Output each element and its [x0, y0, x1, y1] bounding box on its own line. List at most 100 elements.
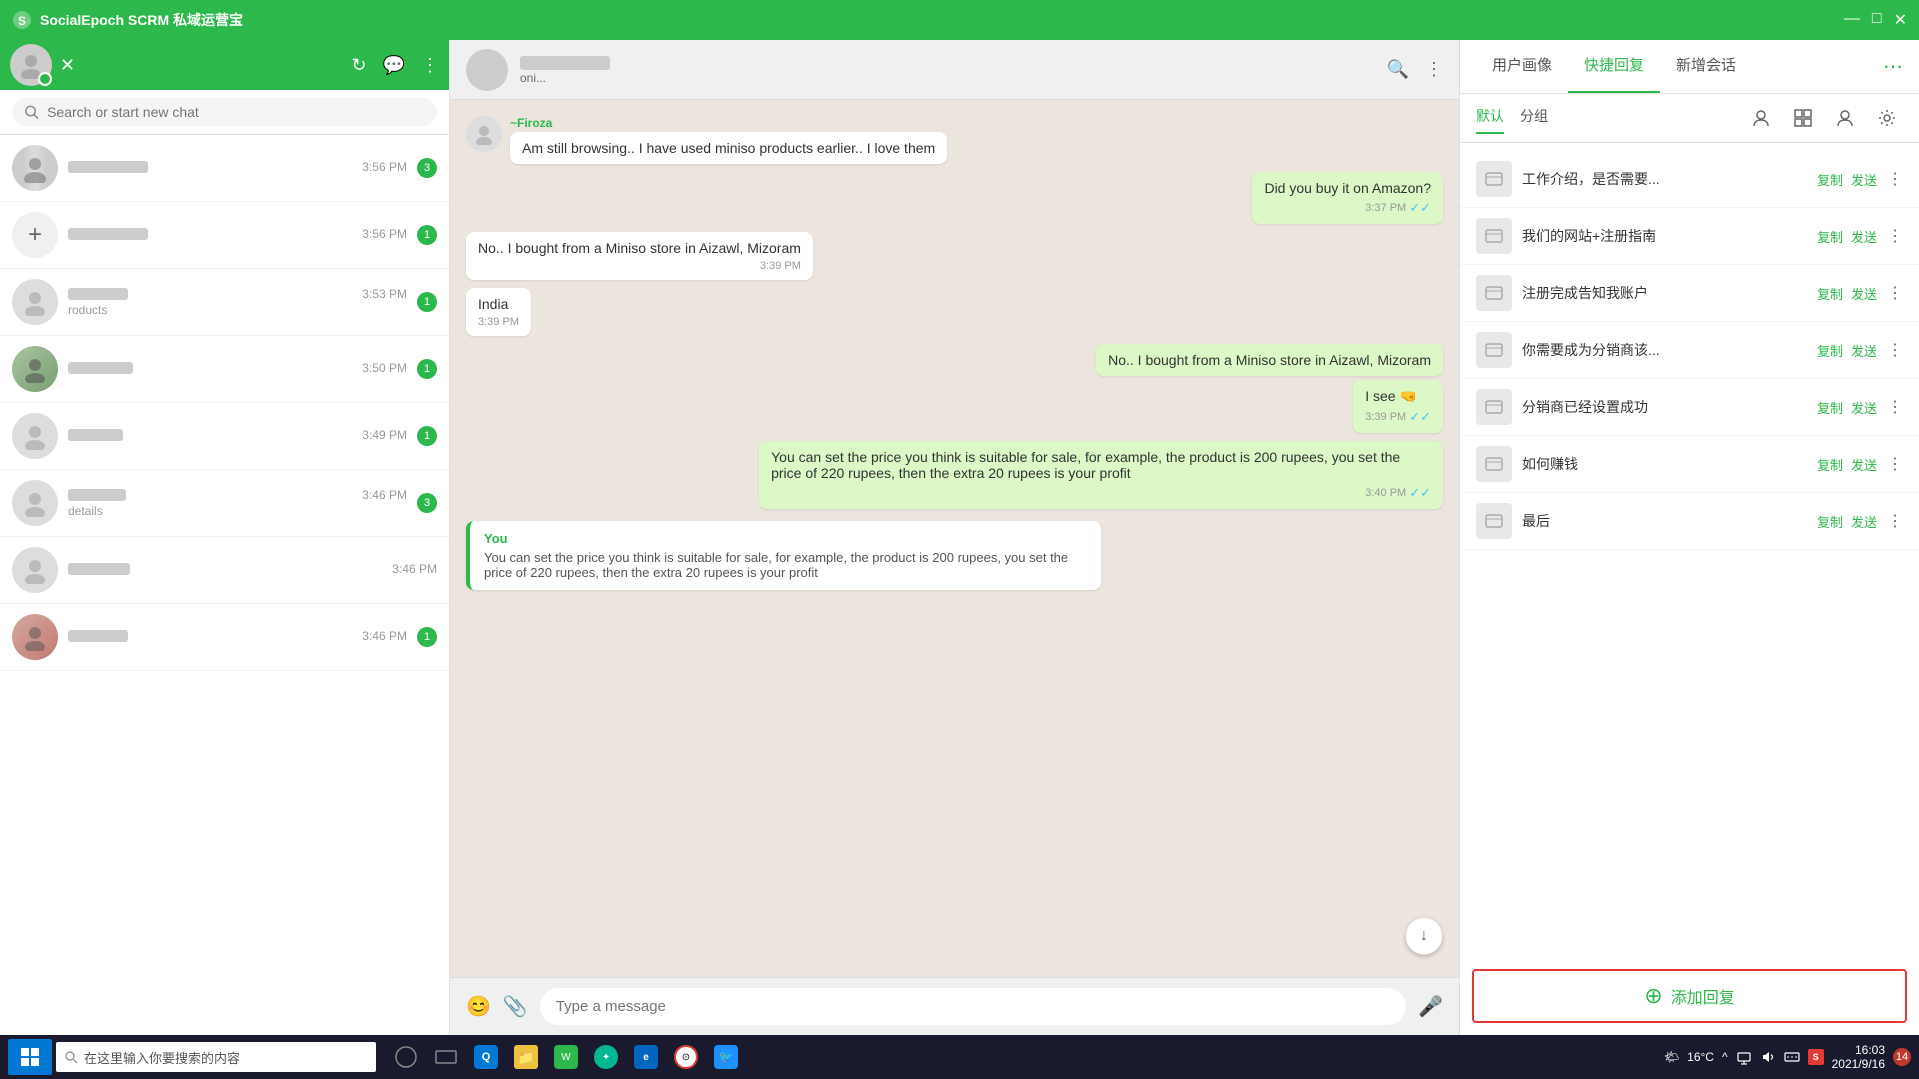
quick-reply-more-7[interactable]: ⋮	[1887, 511, 1903, 531]
quick-reply-text-3: 注册完成告知我账户	[1522, 283, 1807, 303]
add-chat-button[interactable]: +	[12, 212, 58, 258]
more-chat-options-icon[interactable]: ⋮	[1425, 59, 1443, 80]
taskbar: 在这里输入你要搜索的内容 Q 📁 W ✦ e ⊙ 🐦	[0, 1035, 1919, 1079]
message-time-2: 3:37 PM	[1365, 202, 1406, 214]
copy-button-1[interactable]: 复制	[1817, 170, 1843, 189]
send-button-5[interactable]: 发送	[1851, 398, 1877, 417]
copy-button-5[interactable]: 复制	[1817, 398, 1843, 417]
close-sidebar-icon[interactable]: ✕	[60, 55, 75, 76]
taskbar-expand-icon[interactable]: ^	[1722, 1050, 1728, 1064]
taskbar-notification-badge[interactable]: 14	[1893, 1048, 1911, 1066]
quick-reply-more-1[interactable]: ⋮	[1887, 169, 1903, 189]
minimize-button[interactable]: —	[1844, 10, 1860, 30]
network-icon	[1736, 1049, 1752, 1065]
send-button-1[interactable]: 发送	[1851, 170, 1877, 189]
message-group-1: ~Firoza Am still browsing.. I have used …	[466, 116, 1443, 164]
search-chat-icon[interactable]: 🔍	[1387, 59, 1409, 80]
send-button-4[interactable]: 发送	[1851, 341, 1877, 360]
user-profile-icon[interactable]	[1745, 102, 1777, 134]
double-check-icon-6: ✓✓	[1409, 485, 1431, 501]
settings-icon[interactable]	[1871, 102, 1903, 134]
message-group-5: No.. I bought from a Miniso store in Aiz…	[466, 344, 1443, 433]
copy-button-6[interactable]: 复制	[1817, 455, 1843, 474]
message-sent-5: No.. I bought from a Miniso store in Aiz…	[1096, 344, 1443, 376]
send-button-3[interactable]: 发送	[1851, 284, 1877, 303]
taskbar-app-wechat[interactable]: W	[548, 1039, 584, 1075]
chat-preview-6: details	[68, 504, 407, 518]
chat-preview-3: roducts	[68, 303, 407, 317]
refresh-icon[interactable]: ↻	[351, 55, 366, 76]
chat-info-8: 3:46 PM	[68, 629, 407, 645]
chat-contact-status: oni...	[520, 71, 610, 85]
message-input[interactable]	[540, 988, 1406, 1025]
quick-reply-item-4: 你需要成为分销商该... 复制 发送 ⋮	[1460, 322, 1919, 379]
quick-reply-more-5[interactable]: ⋮	[1887, 397, 1903, 417]
close-button[interactable]: ✕	[1894, 10, 1907, 30]
chat-avatar-6	[12, 480, 58, 526]
taskbar-app-folder[interactable]: 📁	[508, 1039, 544, 1075]
scroll-down-button[interactable]: ↓	[1405, 917, 1443, 955]
taskbar-app-circle[interactable]	[388, 1039, 424, 1075]
taskbar-app-chrome[interactable]: ⊙	[668, 1039, 704, 1075]
quick-reply-thumbnail-7	[1476, 503, 1512, 539]
emoji-icon[interactable]: 😊	[466, 994, 491, 1019]
chat-item-7[interactable]: 3:46 PM	[0, 537, 449, 604]
chat-time: 3:56 PM	[362, 160, 407, 174]
search-input[interactable]	[47, 104, 425, 120]
tab-new-chat[interactable]: 新增会话	[1660, 40, 1752, 93]
sub-tab-default[interactable]: 默认	[1476, 102, 1504, 134]
taskbar-search-icon	[64, 1050, 78, 1064]
taskbar-app-edge[interactable]: e	[628, 1039, 664, 1075]
grid-icon[interactable]	[1787, 102, 1819, 134]
chat-name-6	[68, 489, 126, 501]
chat-time-3: 3:53 PM	[362, 287, 407, 301]
person-icon[interactable]	[1829, 102, 1861, 134]
microphone-icon[interactable]: 🎤	[1418, 994, 1443, 1019]
user-avatar-container[interactable]	[10, 44, 52, 86]
copy-button-7[interactable]: 复制	[1817, 512, 1843, 531]
tab-user-profile[interactable]: 用户画像	[1476, 40, 1568, 93]
socialepoch-tray-icon[interactable]: S	[1808, 1049, 1824, 1065]
chat-avatar-8	[12, 614, 58, 660]
sub-tab-group[interactable]: 分组	[1520, 102, 1548, 134]
sub-tabs: 默认 分组	[1460, 94, 1919, 143]
send-button-2[interactable]: 发送	[1851, 227, 1877, 246]
quick-reply-more-3[interactable]: ⋮	[1887, 283, 1903, 303]
attachment-icon[interactable]: 📎	[503, 994, 528, 1019]
maximize-button[interactable]: □	[1872, 10, 1882, 30]
unread-badge-2: 1	[417, 225, 437, 245]
taskbar-search[interactable]: 在这里输入你要搜索的内容	[56, 1042, 376, 1072]
chat-item-6[interactable]: 3:46 PM details 3	[0, 470, 449, 537]
add-reply-button[interactable]: ⊕ 添加回复	[1644, 983, 1734, 1009]
copy-button-4[interactable]: 复制	[1817, 341, 1843, 360]
tab-quick-reply[interactable]: 快捷回复	[1568, 40, 1660, 93]
more-options-icon[interactable]: ⋮	[421, 55, 439, 76]
taskbar-date: 2021/9/16	[1832, 1057, 1885, 1071]
add-chat-item: + 3:56 PM 1	[0, 202, 449, 269]
chat-item-8[interactable]: 3:46 PM 1	[0, 604, 449, 671]
message-preview-sender: You	[484, 531, 1087, 546]
quick-reply-actions-3: 复制 发送	[1817, 284, 1877, 303]
chat-item-3[interactable]: 3:53 PM roducts 1	[0, 269, 449, 336]
send-button-6[interactable]: 发送	[1851, 455, 1877, 474]
chat-item[interactable]: 3:56 PM 3	[0, 135, 449, 202]
quick-reply-item-1: 工作介绍，是否需要... 复制 发送 ⋮	[1460, 151, 1919, 208]
taskbar-app-blue[interactable]: Q	[468, 1039, 504, 1075]
more-panel-icon[interactable]: ⋯	[1883, 54, 1903, 79]
taskbar-app-green[interactable]: ✦	[588, 1039, 624, 1075]
copy-button-3[interactable]: 复制	[1817, 284, 1843, 303]
send-button-7[interactable]: 发送	[1851, 512, 1877, 531]
chat-item-5[interactable]: 3:49 PM 1	[0, 403, 449, 470]
copy-button-2[interactable]: 复制	[1817, 227, 1843, 246]
quick-reply-more-4[interactable]: ⋮	[1887, 340, 1903, 360]
double-check-icon-2: ✓✓	[1409, 200, 1431, 216]
quick-reply-more-6[interactable]: ⋮	[1887, 454, 1903, 474]
chat-avatar-5	[12, 413, 58, 459]
taskbar-app-windows[interactable]	[428, 1039, 464, 1075]
taskbar-app-bird[interactable]: 🐦	[708, 1039, 744, 1075]
quick-reply-more-2[interactable]: ⋮	[1887, 226, 1903, 246]
start-button[interactable]	[8, 1039, 52, 1075]
chat-item-4[interactable]: 3:50 PM 1	[0, 336, 449, 403]
chat-icon[interactable]: 💬	[383, 55, 405, 76]
message-input-area: 😊 📎 🎤	[450, 977, 1459, 1035]
